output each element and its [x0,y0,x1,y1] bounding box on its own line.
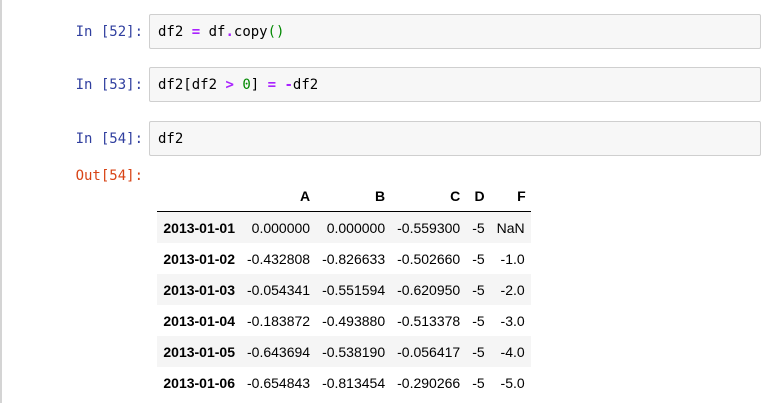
table-cell: -0.551594 [322,281,386,298]
table-cell: -5.0 [500,374,525,391]
table-cell: -0.513378 [397,312,461,329]
code-token: df2[df2 [158,77,226,93]
table-cell: -0.538190 [322,343,386,360]
table-cell: -0.813454 [322,374,386,391]
input-prompt: In [53]: [75,77,143,93]
table-row: 2013-01-02 -0.432808 -0.826633 -0.502660… [157,243,531,274]
table-row: 2013-01-03 -0.054341 -0.551594 -0.620950… [157,274,531,305]
code-token: df2 [158,131,184,147]
row-index: 2013-01-02 [163,250,235,267]
table-cell: -0.183872 [247,312,311,329]
row-index: 2013-01-04 [163,312,235,329]
code-token: > [225,77,234,93]
code-token: copy [233,24,268,40]
table-cell: -0.290266 [397,374,461,391]
header-row: A B C D F [157,180,531,212]
code-text: df2[df2 > 0] = -df2 [158,75,318,95]
column-header: B [316,180,392,212]
table-cell: -0.643694 [247,343,311,360]
row-index: 2013-01-05 [163,343,235,360]
input-prompt: In [54]: [75,131,143,147]
table-cell: -5 [472,281,485,298]
table-row: 2013-01-04 -0.183872 -0.493880 -0.513378… [157,305,531,336]
table-cell: -0.054341 [247,281,311,298]
dataframe-output: A B C D F 2013-01-01 0.000000 0.000000 -… [157,180,531,398]
output-prompt: Out[54]: [75,168,143,184]
column-header: A [241,180,317,212]
table-cell: -2.0 [500,281,525,298]
code-token: 0 [242,77,251,93]
row-index: 2013-01-01 [163,219,235,236]
code-token: df2 [158,24,192,40]
table-cell: NaN [496,219,525,236]
code-token: = [191,24,201,40]
table-cell: -0.559300 [397,219,461,236]
table-cell: -1.0 [500,250,525,267]
code-text: df2 [158,129,183,149]
column-header: C [391,180,467,212]
code-token: = [267,77,277,93]
table-cell: -0.620950 [397,281,461,298]
table-cell: -5 [472,343,485,360]
table-cell: -3.0 [500,312,525,329]
table-cell: -0.826633 [322,250,386,267]
column-header: F [490,180,531,212]
input-prompt: In [52]: [75,24,143,40]
table-cell: -5 [472,374,485,391]
table-cell: 0.000000 [251,219,311,236]
row-index: 2013-01-06 [163,374,235,391]
table-cell: -0.056417 [397,343,461,360]
code-token: . [225,24,234,40]
code-token: - [284,77,293,93]
table-cell: -5 [472,219,485,236]
table-row: 2013-01-06 -0.654843 -0.813454 -0.290266… [157,367,531,398]
code-token: () [267,24,285,40]
column-header: D [466,180,491,212]
table-cell: -5 [472,312,485,329]
code-token: df2 [292,77,319,93]
table-cell: -5 [472,250,485,267]
index-header [157,180,241,212]
code-token: ] [250,77,268,93]
table-row: 2013-01-05 -0.643694 -0.538190 -0.056417… [157,336,531,367]
table-row: 2013-01-01 0.000000 0.000000 -0.559300 -… [157,211,531,243]
code-input[interactable]: df2 = df.copy() [149,14,761,49]
notebook-left-border [0,0,2,403]
code-input[interactable]: df2[df2 > 0] = -df2 [149,67,761,102]
table-cell: -0.432808 [247,250,311,267]
table-cell: -4.0 [500,343,525,360]
code-text: df2 = df.copy() [158,22,284,42]
code-token: df [200,24,226,40]
table-cell: 0.000000 [326,219,386,236]
row-index: 2013-01-03 [163,281,235,298]
code-input[interactable]: df2 [149,121,761,156]
table-cell: -0.502660 [397,250,461,267]
table-cell: -0.654843 [247,374,311,391]
table-cell: -0.493880 [322,312,386,329]
